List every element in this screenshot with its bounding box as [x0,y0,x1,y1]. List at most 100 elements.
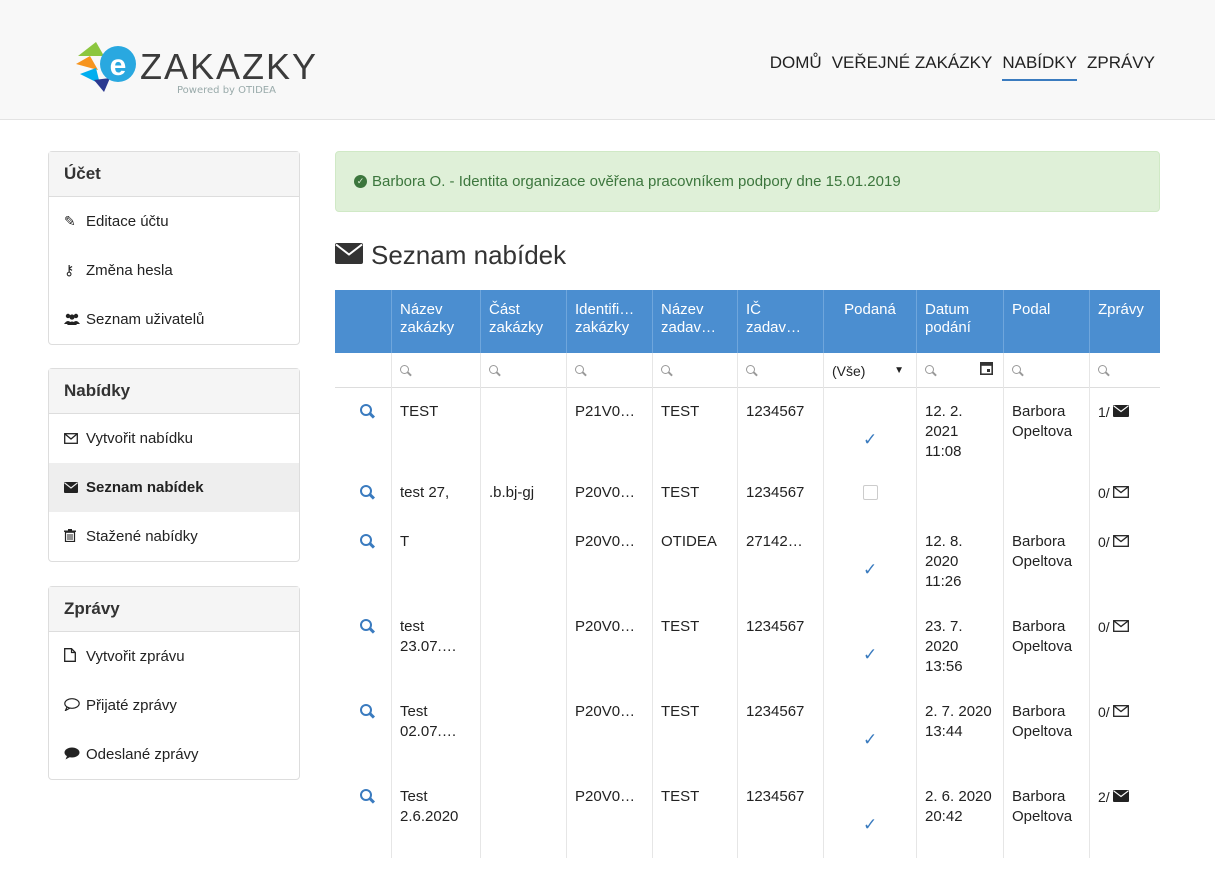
view-detail-icon[interactable] [360,789,374,803]
top-header: e ZAKAZKY Powered by OTIDEA DOMŮ VEŘEJNÉ… [0,0,1215,120]
filter-select-value: (Vše) [832,362,866,379]
cell-podal: Barbora Opeltova [1003,688,1089,773]
nav-nabidky[interactable]: NABÍDKY [1002,53,1077,81]
sidebar-item-label: Seznam uživatelů [86,311,205,328]
sidebar-panel-ucet: Účet ✎ Editace účtu ⚷ Změna hesla Seznam… [48,151,300,345]
sidebar-item-label: Vytvořit zprávu [86,648,185,665]
col-header-identifikator[interactable]: Identifi… zakázky [566,290,652,353]
table-row[interactable]: TEST P21V0… TEST 1234567 ✓ 12. 2. 2021 11:08 B… [335,388,1160,473]
envelope-outline-icon [1112,532,1129,552]
caret-down-icon: ▼ [894,365,904,376]
view-detail-icon[interactable] [360,619,374,633]
filter-ic-zadavatele[interactable] [737,353,823,388]
page-title-text: Seznam nabídek [371,240,567,270]
filter-podal[interactable] [1003,353,1089,388]
cell-datum: 12. 8. 2020 11:26 [916,518,1003,603]
comment-outline-icon [64,697,84,714]
cell-zpravy: 0/ [1089,518,1160,603]
envelope-outline-icon [1112,702,1129,722]
cell-nazev: T [391,518,480,603]
search-icon [925,364,937,377]
table-row[interactable]: test 23.07.… P20V0… TEST 1234567 ✓ 23. 7. 202… [335,603,1160,688]
filter-datum-podani[interactable] [916,353,1003,388]
checkbox-empty [863,485,878,500]
view-detail-icon[interactable] [360,404,374,418]
col-header-actions [335,290,391,353]
table-row[interactable]: Test 2.6.2020 P20V0… TEST 1234567 ✓ 2. 6. 202… [335,773,1160,858]
filter-zpravy[interactable] [1089,353,1160,388]
col-header-datum-podani[interactable]: Datum podání [916,290,1003,353]
messages-count[interactable]: 0/ [1098,532,1129,552]
messages-count[interactable]: 1/ [1098,402,1129,422]
cell-nazev: test 27, [391,473,480,518]
filter-cast-zakazky[interactable] [480,353,566,388]
nav-verejne-zakazky[interactable]: VEŘEJNÉ ZAKÁZKY [832,53,993,81]
messages-count-text: 0/ [1098,485,1110,501]
cell-cast [480,688,566,773]
col-header-podana[interactable]: Podaná [823,290,916,353]
sidebar-item-seznam-nabidek[interactable]: Seznam nabídek [49,463,299,512]
cell-podal: Barbora Opeltova [1003,518,1089,603]
filter-podana-select[interactable]: (Vše) ▼ [823,353,916,388]
col-header-zpravy[interactable]: Zprávy [1089,290,1160,353]
filter-nazev-zakazky[interactable] [391,353,480,388]
view-detail-icon[interactable] [360,704,374,718]
calendar-icon[interactable] [980,361,993,380]
cell-ic: 1234567 [737,688,823,773]
sidebar-item-label: Změna hesla [86,262,173,279]
table-row[interactable]: T P20V0… OTIDEA 27142… ✓ 12. 8. 2020 11:26 Bar… [335,518,1160,603]
search-icon [489,364,501,377]
check-circle-icon: ✓ [354,175,367,188]
messages-count[interactable]: 0/ [1098,617,1129,637]
filter-nazev-zadavatele[interactable] [652,353,737,388]
cell-podal: Barbora Opeltova [1003,603,1089,688]
cell-datum: 2. 6. 2020 20:42 [916,773,1003,858]
cell-zadav: TEST [652,473,737,518]
logo[interactable]: e ZAKAZKY Powered by OTIDEA [74,34,316,96]
cell-ident: P20V0… [566,603,652,688]
view-detail-icon[interactable] [360,534,374,548]
col-header-podal[interactable]: Podal [1003,290,1089,353]
nav-domu[interactable]: DOMŮ [770,53,822,81]
cell-podal: Barbora Opeltova [1003,773,1089,858]
cell-datum: 23. 7. 2020 13:56 [916,603,1003,688]
sidebar-item-prijate-zpravy[interactable]: Přijaté zprávy [49,681,299,730]
view-detail-icon[interactable] [360,485,374,499]
messages-count[interactable]: 0/ [1098,702,1129,722]
sidebar-item-editace-uctu[interactable]: ✎ Editace účtu [49,197,299,246]
cell-ident: P20V0… [566,518,652,603]
cell-ident: P20V0… [566,773,652,858]
filter-cell-empty [335,353,391,388]
messages-count[interactable]: 2/ [1098,787,1129,807]
sidebar-item-vytvorit-zpravu[interactable]: Vytvořit zprávu [49,632,299,681]
sidebar-item-stazene-nabidky[interactable]: Stažené nabídky [49,512,299,561]
sidebar-item-vytvorit-nabidku[interactable]: Vytvořit nabídku [49,414,299,463]
logo-mark-icon: e [76,42,136,92]
col-header-ic-zadavatele[interactable]: IČ zadav… [737,290,823,353]
table-row[interactable]: test 27, .b.bj-gj P20V0… TEST 1234567 0/ [335,473,1160,518]
comment-icon [64,747,84,763]
envelope-outline-icon [1112,617,1129,637]
search-icon [1012,364,1024,377]
col-header-nazev-zakazky[interactable]: Název zakázky [391,290,480,353]
cell-podal [1003,473,1089,518]
sidebar-item-seznam-uzivatelu[interactable]: Seznam uživatelů [49,295,299,344]
cell-zadav: TEST [652,603,737,688]
filter-identifikator[interactable] [566,353,652,388]
messages-count[interactable]: 0/ [1098,483,1129,503]
col-header-cast-zakazky[interactable]: Část zakázky [480,290,566,353]
cell-cast [480,388,566,473]
checkmark-icon: ✓ [863,560,878,579]
cell-podana: ✓ [823,688,916,773]
col-header-nazev-zadavatele[interactable]: Název zadav… [652,290,737,353]
cell-nazev: test 23.07.… [391,603,480,688]
cell-ic: 1234567 [737,473,823,518]
sidebar-item-zmena-hesla[interactable]: ⚷ Změna hesla [49,246,299,295]
envelope-outline-icon [1112,483,1129,503]
search-icon [575,364,587,377]
sidebar-item-odeslane-zpravy[interactable]: Odeslané zprávy [49,730,299,779]
alert-text: Barbora O. - Identita organizace ověřena… [372,173,901,190]
cell-ic: 1234567 [737,388,823,473]
table-row[interactable]: Test 02.07.… P20V0… TEST 1234567 ✓ 2. 7. 2020… [335,688,1160,773]
nav-zpravy[interactable]: ZPRÁVY [1087,53,1155,81]
